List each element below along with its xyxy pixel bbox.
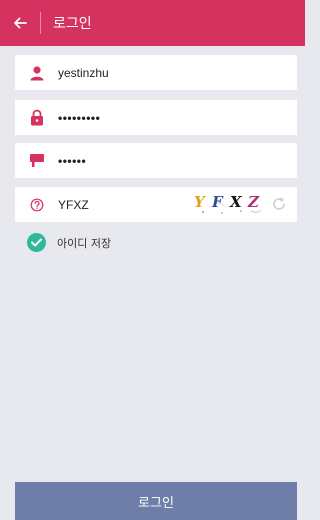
card-icon	[15, 143, 58, 178]
login-button[interactable]: 로그인	[15, 482, 297, 520]
lock-icon	[15, 100, 58, 135]
username-value[interactable]: yestinzhu	[58, 66, 109, 80]
user-icon	[15, 55, 58, 90]
back-button[interactable]	[0, 0, 40, 46]
password-value[interactable]: •••••••••	[58, 111, 100, 125]
captcha-field[interactable]: YFXZ Y F X Z	[15, 187, 297, 222]
save-id-option[interactable]: 아이디 저장	[27, 233, 111, 252]
captcha-char: Y	[194, 193, 205, 211]
save-id-label: 아이디 저장	[57, 236, 112, 250]
arrow-left-icon	[14, 17, 27, 29]
question-circle-icon	[15, 187, 58, 222]
captcha-input-value[interactable]: YFXZ	[58, 198, 89, 212]
username-field[interactable]: yestinzhu	[15, 55, 297, 90]
refresh-icon[interactable]	[271, 196, 287, 212]
captcha-char: F	[212, 193, 223, 211]
captcha-char: X	[230, 193, 242, 211]
page-title: 로그인	[53, 16, 92, 32]
checkmark-icon[interactable]	[27, 233, 46, 252]
app-header: 로그인	[0, 0, 305, 46]
pin-field[interactable]: ••••••	[15, 143, 297, 178]
login-button-label: 로그인	[138, 495, 174, 511]
captcha-char: Z	[248, 193, 259, 211]
header-divider	[40, 12, 41, 34]
password-field[interactable]: •••••••••	[15, 100, 297, 135]
pin-value[interactable]: ••••••	[58, 154, 86, 168]
captcha-image: Y F X Z	[191, 192, 291, 217]
